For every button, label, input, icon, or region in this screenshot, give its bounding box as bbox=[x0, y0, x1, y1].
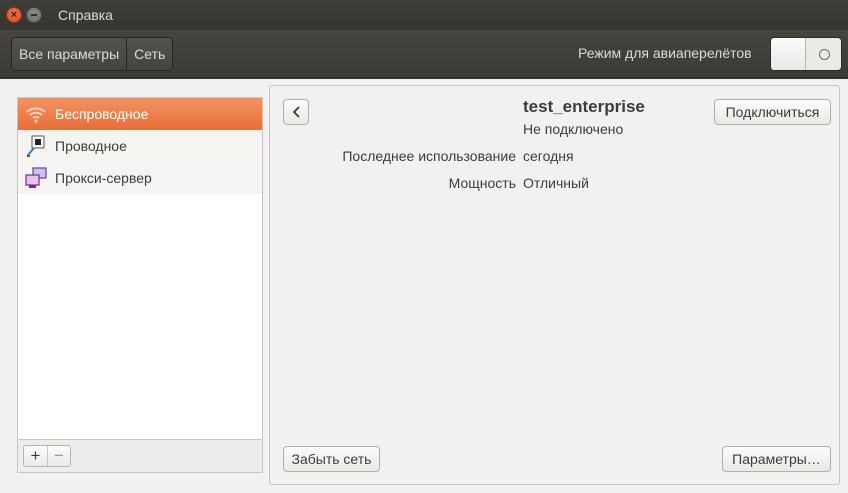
remove-connection-button[interactable]: − bbox=[47, 446, 70, 466]
add-remove-group: + − bbox=[23, 445, 71, 467]
network-settings-button[interactable]: Параметры… bbox=[722, 446, 831, 472]
last-used-value: сегодня bbox=[523, 148, 574, 164]
header-toolbar: Все параметры Сеть Режим для авиаперелёт… bbox=[0, 30, 848, 78]
minimize-window-button[interactable] bbox=[26, 7, 42, 23]
close-window-button[interactable]: × bbox=[6, 7, 22, 23]
airplane-mode-label: Режим для авиаперелётов bbox=[578, 45, 752, 61]
wired-network-icon bbox=[25, 135, 47, 157]
signal-strength-value: Отличный bbox=[523, 175, 589, 191]
minimize-icon bbox=[31, 14, 37, 16]
connect-button[interactable]: Подключиться bbox=[714, 99, 831, 125]
wifi-icon bbox=[25, 103, 47, 125]
chevron-left-icon bbox=[292, 106, 300, 118]
back-button[interactable] bbox=[283, 99, 309, 125]
connection-status: Не подключено bbox=[523, 121, 624, 137]
breadcrumb-all-settings[interactable]: Все параметры bbox=[12, 38, 127, 70]
main-content: Беспроводное Проводное Прокси-сервер + −… bbox=[0, 79, 848, 493]
network-details-panel: test_enterprise Не подключено Подключить… bbox=[269, 85, 840, 485]
sidebar-item-wireless[interactable]: Беспроводное bbox=[18, 98, 262, 130]
window-title: Справка bbox=[58, 7, 113, 23]
sidebar-item-label: Прокси-сервер bbox=[55, 170, 152, 186]
sidebar-item-wired[interactable]: Проводное bbox=[18, 130, 262, 162]
signal-strength-label: Мощность bbox=[448, 175, 516, 191]
breadcrumb-network[interactable]: Сеть bbox=[126, 38, 173, 70]
sidebar-item-proxy[interactable]: Прокси-сервер bbox=[18, 162, 262, 194]
network-name: test_enterprise bbox=[523, 97, 645, 116]
sidebar-toolbar: + − bbox=[18, 439, 262, 472]
forget-network-button[interactable]: Забыть сеть bbox=[283, 446, 380, 472]
last-used-label: Последнее использование bbox=[342, 148, 516, 164]
add-connection-button[interactable]: + bbox=[24, 446, 47, 466]
toggle-off-icon bbox=[819, 49, 830, 60]
sidebar-item-label: Беспроводное bbox=[55, 106, 149, 122]
close-icon: × bbox=[10, 9, 18, 21]
airplane-mode-toggle[interactable] bbox=[770, 37, 842, 71]
window-titlebar: × Справка bbox=[0, 0, 848, 30]
breadcrumb: Все параметры Сеть bbox=[11, 37, 174, 71]
network-device-list: Беспроводное Проводное Прокси-сервер + − bbox=[17, 97, 263, 473]
sidebar-item-label: Проводное bbox=[55, 138, 127, 154]
toggle-knob bbox=[771, 38, 806, 70]
proxy-server-icon bbox=[25, 167, 47, 189]
